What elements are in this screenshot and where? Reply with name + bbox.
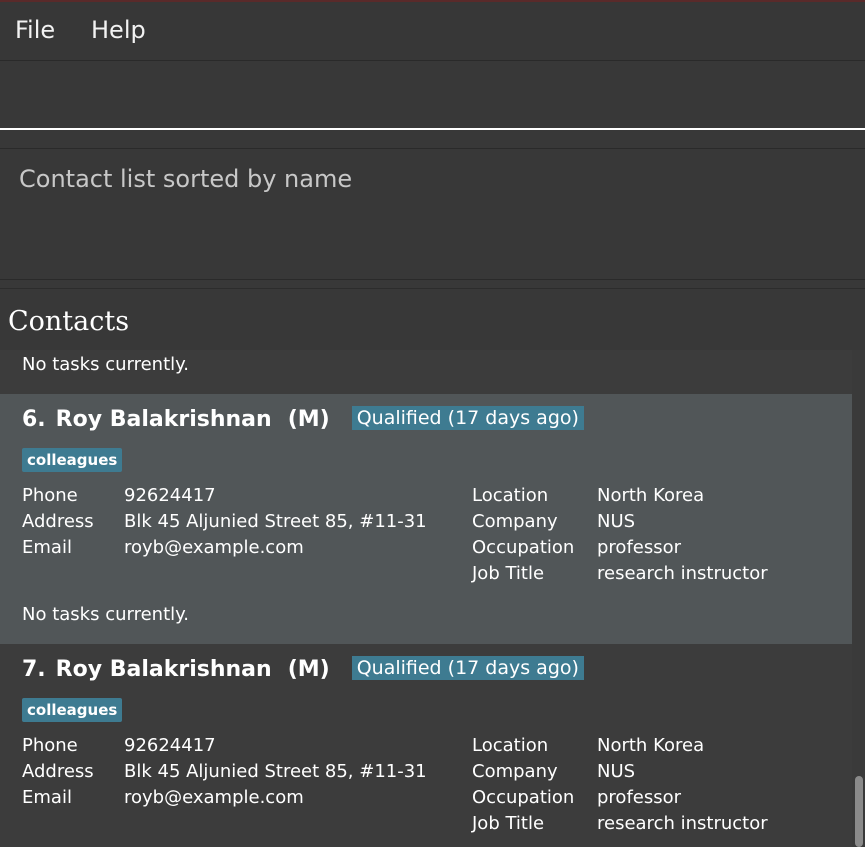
list-scrollbar-thumb[interactable] [855,776,863,847]
phone-label: Phone [22,735,78,756]
phone-value: 92624417 [124,735,216,756]
address-value: Blk 45 Aljunied Street 85, #11-31 [124,511,427,532]
location-label: Location [472,485,549,506]
jobtitle-value: research instructor [597,813,768,834]
section-divider [0,288,865,289]
result-message: Contact list sorted by name [19,165,353,193]
occupation-label: Occupation [472,537,575,558]
occupation-value: professor [597,787,682,808]
card-name: Roy Balakrishnan [55,407,272,432]
tag-colleagues: colleagues [22,698,123,722]
tasks-text: No tasks currently. [22,354,189,375]
contact-card-partial[interactable]: No tasks currently. [0,350,852,394]
company-value: NUS [597,511,636,532]
status-badge: Qualified (17 days ago) [351,406,584,430]
card-header: 6. Roy Balakrishnan (M) Qualified (17 days … [22,406,584,436]
card-name: Roy Balakrishnan [55,657,272,682]
contact-list[interactable]: No tasks currently. 6. Roy Balakrishnan (M… [0,350,852,847]
command-input[interactable] [0,62,865,128]
jobtitle-label: Job Title [472,813,545,834]
card-gender: (M) [287,657,330,682]
phone-value: 92624417 [124,485,216,506]
card-index: 6. [22,407,46,432]
command-box [0,62,865,130]
email-value: royb@example.com [124,787,304,808]
company-label: Company [472,761,558,782]
menu-help[interactable]: Help [91,16,146,44]
jobtitle-label: Job Title [472,563,545,584]
location-label: Location [472,735,549,756]
location-value: North Korea [597,485,705,506]
tasks-text: No tasks currently. [22,604,189,625]
card-gender: (M) [287,407,330,432]
list-scrollbar-track[interactable] [852,350,865,847]
tag-colleagues: colleagues [22,448,123,472]
address-label: Address [22,761,94,782]
email-label: Email [22,537,72,558]
card-index: 7. [22,657,46,682]
email-label: Email [22,787,72,808]
address-label: Address [22,511,94,532]
menu-bar: File Help [0,2,865,61]
jobtitle-value: research instructor [597,563,768,584]
company-label: Company [472,511,558,532]
result-display: Contact list sorted by name [0,148,865,280]
contact-card-6[interactable]: 6. Roy Balakrishnan (M) Qualified (17 days … [0,394,852,644]
menu-file[interactable]: File [15,16,55,44]
address-value: Blk 45 Aljunied Street 85, #11-31 [124,761,427,782]
phone-label: Phone [22,485,78,506]
occupation-value: professor [597,537,682,558]
location-value: North Korea [597,735,705,756]
occupation-label: Occupation [472,787,575,808]
status-badge: Qualified (17 days ago) [351,656,584,680]
card-header: 7. Roy Balakrishnan (M) Qualified (17 days … [22,656,584,686]
company-value: NUS [597,761,636,782]
contacts-heading: Contacts [8,306,130,337]
email-value: royb@example.com [124,537,304,558]
contact-card-7[interactable]: 7. Roy Balakrishnan (M) Qualified (17 days … [0,644,852,847]
